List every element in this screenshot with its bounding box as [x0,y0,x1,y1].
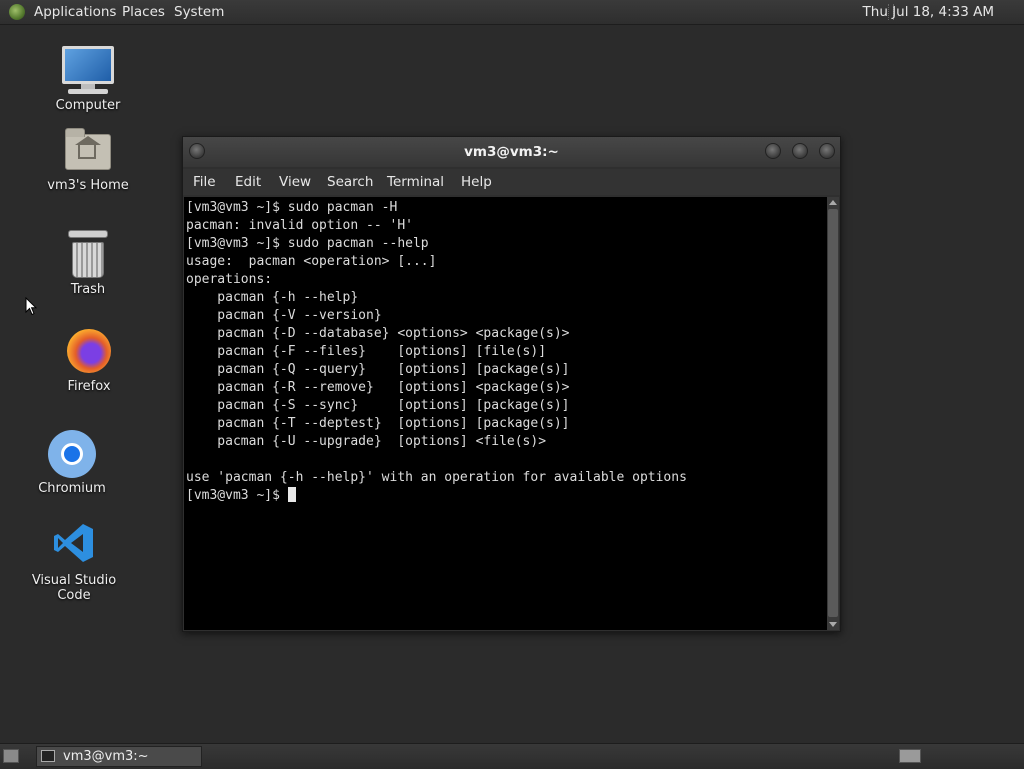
desktop-icon-chromium[interactable]: Chromium [12,430,132,496]
chromium-icon [12,430,132,478]
applications-logo-icon[interactable] [9,4,25,20]
home-folder-icon [28,128,148,170]
terminal-window[interactable]: vm3@vm3:~ File Edit View Search Terminal… [182,136,841,632]
terminal-line: pacman {-R --remove} [options] <package(… [186,380,570,395]
taskbar-terminal-button[interactable]: vm3@vm3:~ [36,746,202,767]
menu-file[interactable]: File [193,174,216,190]
top-panel: Applications Places System Thu Jul 18, 4… [0,0,1024,25]
vscode-icon [14,521,134,569]
terminal-text: [vm3@vm3 ~]$ sudo pacman -H pacman: inva… [184,197,827,505]
taskbar-label: vm3@vm3:~ [63,749,149,764]
desktop-icon-label: Firefox [67,379,111,394]
desktop-icon-label: vm3's Home [47,178,129,193]
menu-places[interactable]: Places [122,4,165,20]
terminal-line: pacman {-D --database} <options> <packag… [186,326,570,341]
menu-edit[interactable]: Edit [235,174,261,190]
computer-icon [28,46,148,94]
desktop-icon-computer[interactable]: Computer [28,46,148,113]
firefox-icon [29,329,149,373]
menu-help[interactable]: Help [461,174,492,190]
terminal-line: usage: pacman <operation> [...] [186,254,437,269]
desktop-icon-label: Computer [55,98,121,113]
scroll-up-icon[interactable] [829,200,837,205]
menu-search[interactable]: Search [327,174,373,190]
terminal-line: [vm3@vm3 ~]$ sudo pacman --help [186,236,429,251]
terminal-line: pacman {-T --deptest} [options] [package… [186,416,570,431]
menu-applications[interactable]: Applications [34,4,116,20]
desktop-icon-vscode[interactable]: Visual Studio Code [14,521,134,603]
terminal-icon [41,750,55,762]
menu-terminal[interactable]: Terminal [387,174,444,190]
show-desktop-icon[interactable] [3,749,19,763]
terminal-line: pacman: invalid option -- 'H' [186,218,413,233]
terminal-line: [vm3@vm3 ~]$ sudo pacman -H [186,200,398,215]
terminal-line: operations: [186,272,273,287]
window-titlebar[interactable]: vm3@vm3:~ [183,137,840,167]
desktop-icon-home[interactable]: vm3's Home [28,128,148,193]
menu-system[interactable]: System [174,4,224,20]
clock[interactable]: Thu Jul 18, 4:33 AM [863,4,994,20]
terminal-menubar: File Edit View Search Terminal Help [183,169,840,195]
bottom-panel: vm3@vm3:~ [0,743,1024,769]
trash-icon [28,230,148,278]
scroll-thumb[interactable] [828,209,838,617]
scroll-down-icon[interactable] [829,622,837,627]
close-button[interactable] [819,143,835,159]
minimize-button[interactable] [765,143,781,159]
terminal-line: pacman {-U --upgrade} [options] <file(s)… [186,434,547,449]
terminal-output[interactable]: [vm3@vm3 ~]$ sudo pacman -H pacman: inva… [184,197,827,630]
menu-view[interactable]: View [279,174,311,190]
terminal-line: pacman {-F --files} [options] [file(s)] [186,344,547,359]
terminal-line: pacman {-Q --query} [options] [package(s… [186,362,570,377]
desktop-icon-trash[interactable]: Trash [28,230,148,297]
window-title: vm3@vm3:~ [464,144,559,160]
desktop-icon-label: Trash [70,282,106,297]
terminal-line: use 'pacman {-h --help}' with an operati… [186,470,687,485]
desktop-icon-label: Visual Studio Code [31,573,117,603]
terminal-line: pacman {-S --sync} [options] [package(s)… [186,398,570,413]
workspace-switcher-icon[interactable] [899,749,921,763]
terminal-line: pacman {-h --help} [186,290,359,305]
terminal-line: pacman {-V --version} [186,308,382,323]
terminal-scrollbar[interactable] [827,197,839,630]
text-cursor [287,487,296,502]
desktop-icon-label: Chromium [38,481,106,496]
desktop-icon-firefox[interactable]: Firefox [29,329,149,394]
mouse-pointer-icon [25,297,37,316]
maximize-button[interactable] [792,143,808,159]
terminal-prompt: [vm3@vm3 ~]$ [186,488,288,503]
